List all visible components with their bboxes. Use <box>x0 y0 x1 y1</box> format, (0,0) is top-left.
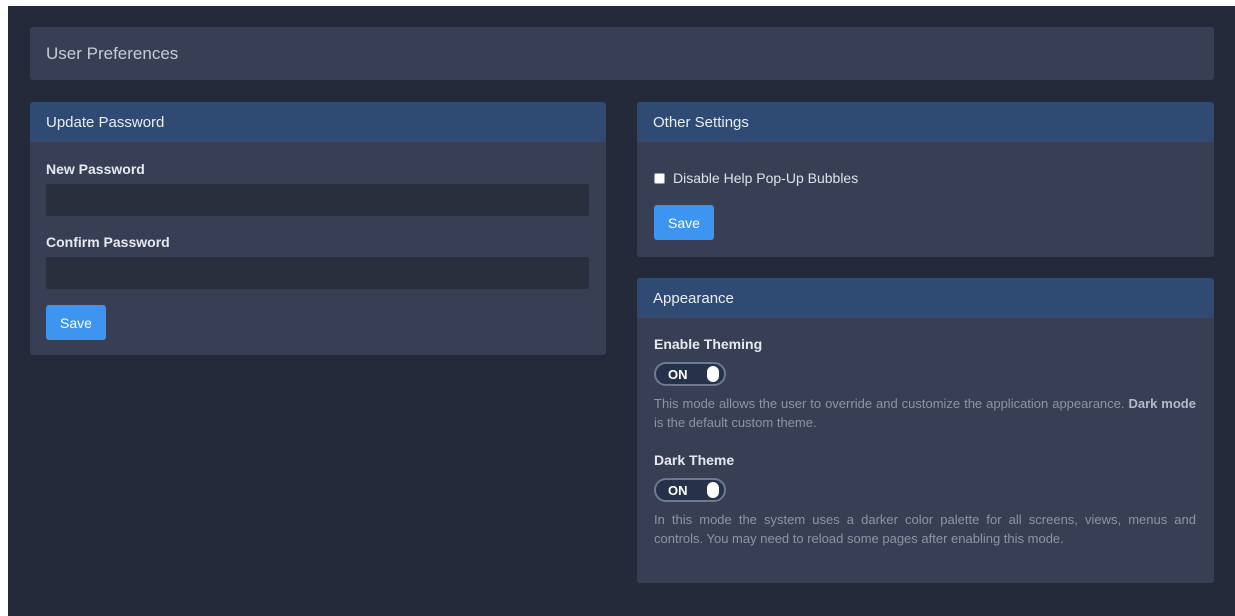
enable-theming-toggle-knob <box>707 366 719 382</box>
dark-theme-toggle[interactable]: ON <box>654 478 726 502</box>
enable-theming-toggle-state: ON <box>668 367 688 382</box>
disable-help-label: Disable Help Pop-Up Bubbles <box>673 170 859 186</box>
enable-theming-toggle[interactable]: ON <box>654 362 726 386</box>
save-settings-button[interactable]: Save <box>654 205 714 240</box>
update-password-title: Update Password <box>46 113 165 131</box>
new-password-input[interactable] <box>46 184 589 216</box>
confirm-password-input[interactable] <box>46 257 589 289</box>
update-password-header: Update Password <box>30 102 606 142</box>
page-title: User Preferences <box>46 43 179 63</box>
dark-theme-label: Dark Theme <box>654 452 735 468</box>
enable-theming-description: This mode allows the user to override an… <box>654 394 1196 432</box>
dark-theme-toggle-state: ON <box>668 483 688 498</box>
update-password-panel: Update Password New Password Confirm Pas… <box>30 102 606 355</box>
other-settings-header: Other Settings <box>637 102 1214 142</box>
enable-theming-description-bold: Dark mode <box>1128 396 1196 411</box>
page-header: User Preferences <box>30 27 1214 80</box>
save-password-button[interactable]: Save <box>46 305 106 340</box>
enable-theming-description-prefix: This mode allows the user to override an… <box>654 396 1125 411</box>
confirm-password-label: Confirm Password <box>46 234 170 250</box>
appearance-panel: Appearance Enable Theming ON This mode a… <box>637 278 1214 583</box>
app-window: User Preferences Update Password New Pas… <box>8 6 1235 616</box>
enable-theming-description-suffix: is the default custom theme. <box>654 415 817 430</box>
disable-help-option[interactable]: Disable Help Pop-Up Bubbles <box>654 170 858 186</box>
other-settings-panel: Other Settings Disable Help Pop-Up Bubbl… <box>637 102 1214 257</box>
new-password-label: New Password <box>46 161 145 177</box>
appearance-header: Appearance <box>637 278 1214 318</box>
other-settings-title: Other Settings <box>653 113 749 131</box>
appearance-title: Appearance <box>653 289 734 307</box>
disable-help-checkbox[interactable] <box>654 172 665 184</box>
dark-theme-description: In this mode the system uses a darker co… <box>654 512 1196 546</box>
dark-theme-toggle-knob <box>707 482 719 498</box>
enable-theming-label: Enable Theming <box>654 336 763 352</box>
